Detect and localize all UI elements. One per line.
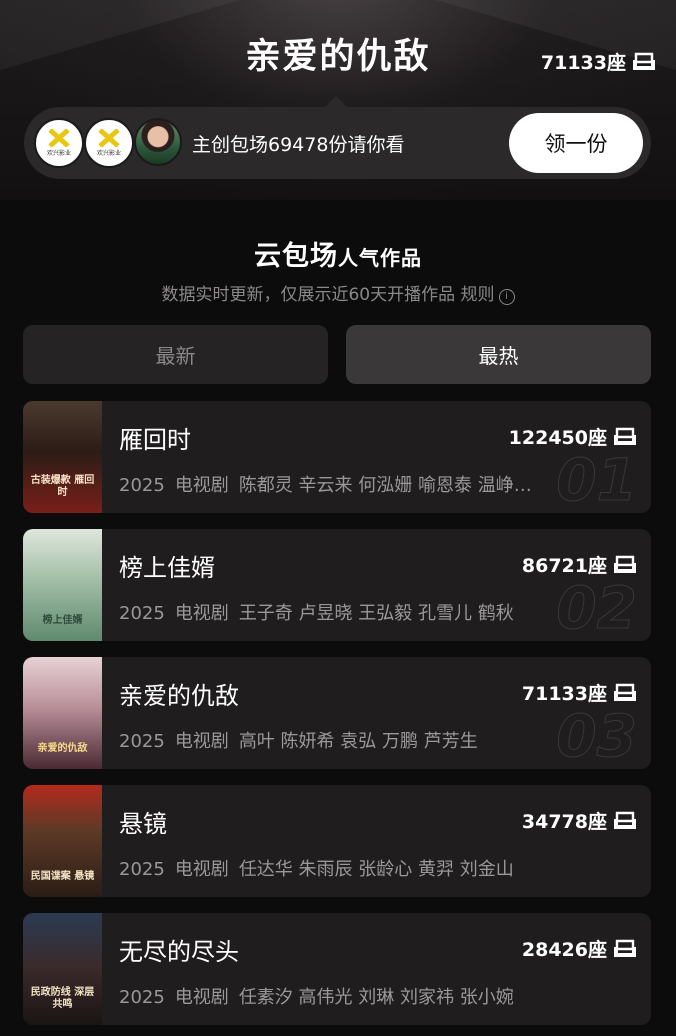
section-title-small: 人气作品: [338, 246, 422, 270]
claim-button[interactable]: 领一份: [509, 113, 643, 173]
sofa-icon: [613, 427, 637, 447]
studio-logo: 欢兴影业: [84, 118, 134, 168]
poster-image: 民政防线 深层共鸣: [23, 913, 102, 1025]
item-genre: 电视剧: [174, 603, 229, 624]
poster-text: 亲爱的仇敌: [37, 743, 88, 754]
info-icon[interactable]: i: [498, 289, 515, 305]
creator-avatar: [134, 118, 182, 166]
item-cast: 任达华 朱雨辰 张龄心 黄羿 刘金山: [238, 859, 514, 880]
item-title: 亲爱的仇敌: [119, 682, 239, 710]
list-item[interactable]: 榜上佳婿 榜上佳婿 86721座 02 2025 电视剧 王子奇 卢昱晓 王弘毅 孔…: [23, 529, 651, 641]
poster-image: 亲爱的仇敌: [23, 657, 102, 769]
poster-text: 榜上佳婿: [42, 615, 83, 626]
section-title: 云包场人气作品: [0, 234, 676, 273]
tab-newest[interactable]: 最新: [23, 325, 328, 384]
poster-image: 榜上佳婿: [23, 529, 102, 641]
item-year: 2025: [119, 731, 165, 752]
studio-logo-mark-icon: [98, 129, 120, 147]
sofa-icon: [613, 939, 637, 959]
item-seats: 34778座: [522, 807, 637, 834]
item-title: 雁回时: [119, 426, 191, 454]
sofa-icon: [613, 811, 637, 831]
poster-image: 民国谍案 悬镜: [23, 785, 102, 897]
studio-logo-label: 欢兴影业: [46, 150, 71, 157]
item-meta: 2025 电视剧 王子奇 卢昱晓 王弘毅 孔雪儿 鹤秋: [119, 599, 581, 625]
item-genre: 电视剧: [174, 987, 229, 1008]
poster-text: 古装爆款 雁回时: [30, 475, 95, 498]
poster-text: 民国谍案 悬镜: [30, 871, 95, 882]
item-cast: 任素汐 高伟光 刘琳 刘家祎 张小婉: [238, 987, 514, 1008]
sofa-icon: [632, 52, 656, 72]
item-cast: 陈都灵 辛云来 何泓姗 喻恩泰 温峥…: [238, 475, 532, 496]
item-meta: 2025 电视剧 高叶 陈妍希 袁弘 万鹏 芦芳生: [119, 727, 581, 753]
item-meta: 2025 电视剧 陈都灵 辛云来 何泓姗 喻恩泰 温峥…: [119, 471, 581, 497]
item-meta: 2025 电视剧 任素汐 高伟光 刘琳 刘家祎 张小婉: [119, 983, 581, 1009]
section-title-main: 云包场: [254, 241, 338, 272]
header-seat-count: 71133座: [541, 48, 656, 75]
section-subtitle-text[interactable]: 数据实时更新，仅展示近60天开播作品 规则: [161, 285, 494, 305]
studio-logo-mark-icon: [48, 129, 70, 147]
promo-banner[interactable]: 欢兴影业 欢兴影业 主创包场69478份请你看 领一份: [24, 107, 651, 179]
item-genre: 电视剧: [174, 731, 229, 752]
list-item[interactable]: 民国谍案 悬镜 悬镜 34778座 2025 电视剧 任达华 朱雨辰 张龄心 黄羿 …: [23, 785, 651, 897]
item-title: 悬镜: [119, 810, 167, 838]
tab-hottest[interactable]: 最热: [346, 325, 651, 384]
sofa-icon: [613, 555, 637, 575]
section-subtitle: 数据实时更新，仅展示近60天开播作品 规则 i: [0, 280, 676, 305]
item-title: 无尽的尽头: [119, 938, 239, 966]
item-title: 榜上佳婿: [119, 554, 215, 582]
item-year: 2025: [119, 475, 165, 496]
item-year: 2025: [119, 603, 165, 624]
item-seat-count: 28426座: [521, 939, 607, 961]
item-seat-count: 34778座: [521, 811, 607, 833]
list-item[interactable]: 亲爱的仇敌 亲爱的仇敌 71133座 03 2025 电视剧 高叶 陈妍希 袁弘 万…: [23, 657, 651, 769]
poster-image: 古装爆款 雁回时: [23, 401, 102, 513]
item-year: 2025: [119, 859, 165, 880]
item-genre: 电视剧: [174, 859, 229, 880]
seat-count-value: 71133座: [540, 52, 626, 74]
item-seats: 28426座: [522, 935, 637, 962]
list-item[interactable]: 民政防线 深层共鸣 无尽的尽头 28426座 2025 电视剧 任素汐 高伟光 刘琳…: [23, 913, 651, 1025]
item-year: 2025: [119, 987, 165, 1008]
promo-text: 主创包场69478份请你看: [192, 134, 405, 156]
list-item[interactable]: 古装爆款 雁回时 雁回时 122450座 01 2025 电视剧 陈都灵 辛云来 何…: [23, 401, 651, 513]
sofa-icon: [613, 683, 637, 703]
poster-text: 民政防线 深层共鸣: [30, 987, 95, 1010]
studio-logo-label: 欢兴影业: [96, 150, 121, 157]
item-genre: 电视剧: [174, 475, 229, 496]
item-cast: 王子奇 卢昱晓 王弘毅 孔雪儿 鹤秋: [238, 603, 514, 624]
studio-logo: 欢兴影业: [34, 118, 84, 168]
item-meta: 2025 电视剧 任达华 朱雨辰 张龄心 黄羿 刘金山: [119, 855, 581, 881]
item-cast: 高叶 陈妍希 袁弘 万鹏 芦芳生: [238, 731, 478, 752]
